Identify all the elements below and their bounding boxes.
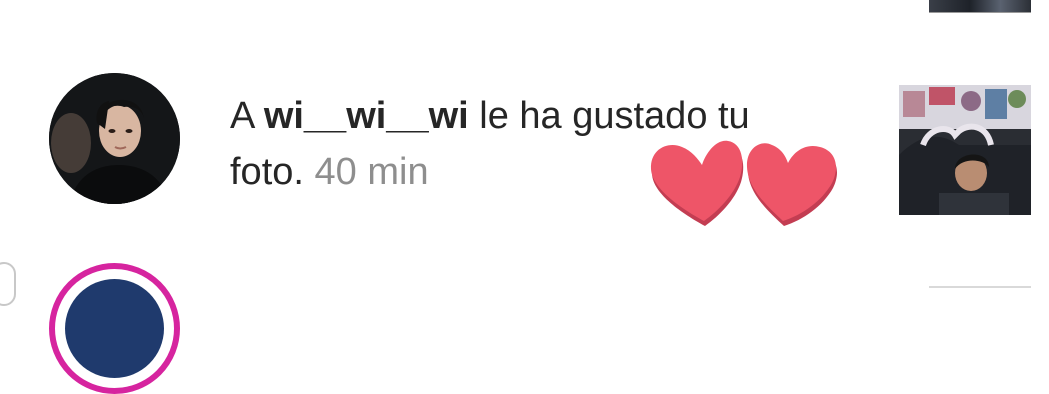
post-thumbnail[interactable] <box>899 85 1031 215</box>
avatar[interactable] <box>49 73 180 204</box>
next-post-thumbnail[interactable] <box>929 286 1031 288</box>
heart-icon-right <box>746 143 837 226</box>
next-avatar-photo <box>65 279 164 378</box>
heart-icon-left <box>650 140 744 226</box>
heart-stickers <box>650 140 837 226</box>
avatar-photo <box>49 73 180 204</box>
post-photo <box>899 85 1031 215</box>
next-avatar[interactable] <box>49 263 180 394</box>
previous-post-thumbnail[interactable] <box>929 0 1031 13</box>
edge-scroll-handle <box>0 262 16 306</box>
notification-prefix: A <box>230 95 264 137</box>
notification-time: 40 min <box>314 151 429 193</box>
username-link[interactable]: wi__wi__wi <box>264 95 469 137</box>
